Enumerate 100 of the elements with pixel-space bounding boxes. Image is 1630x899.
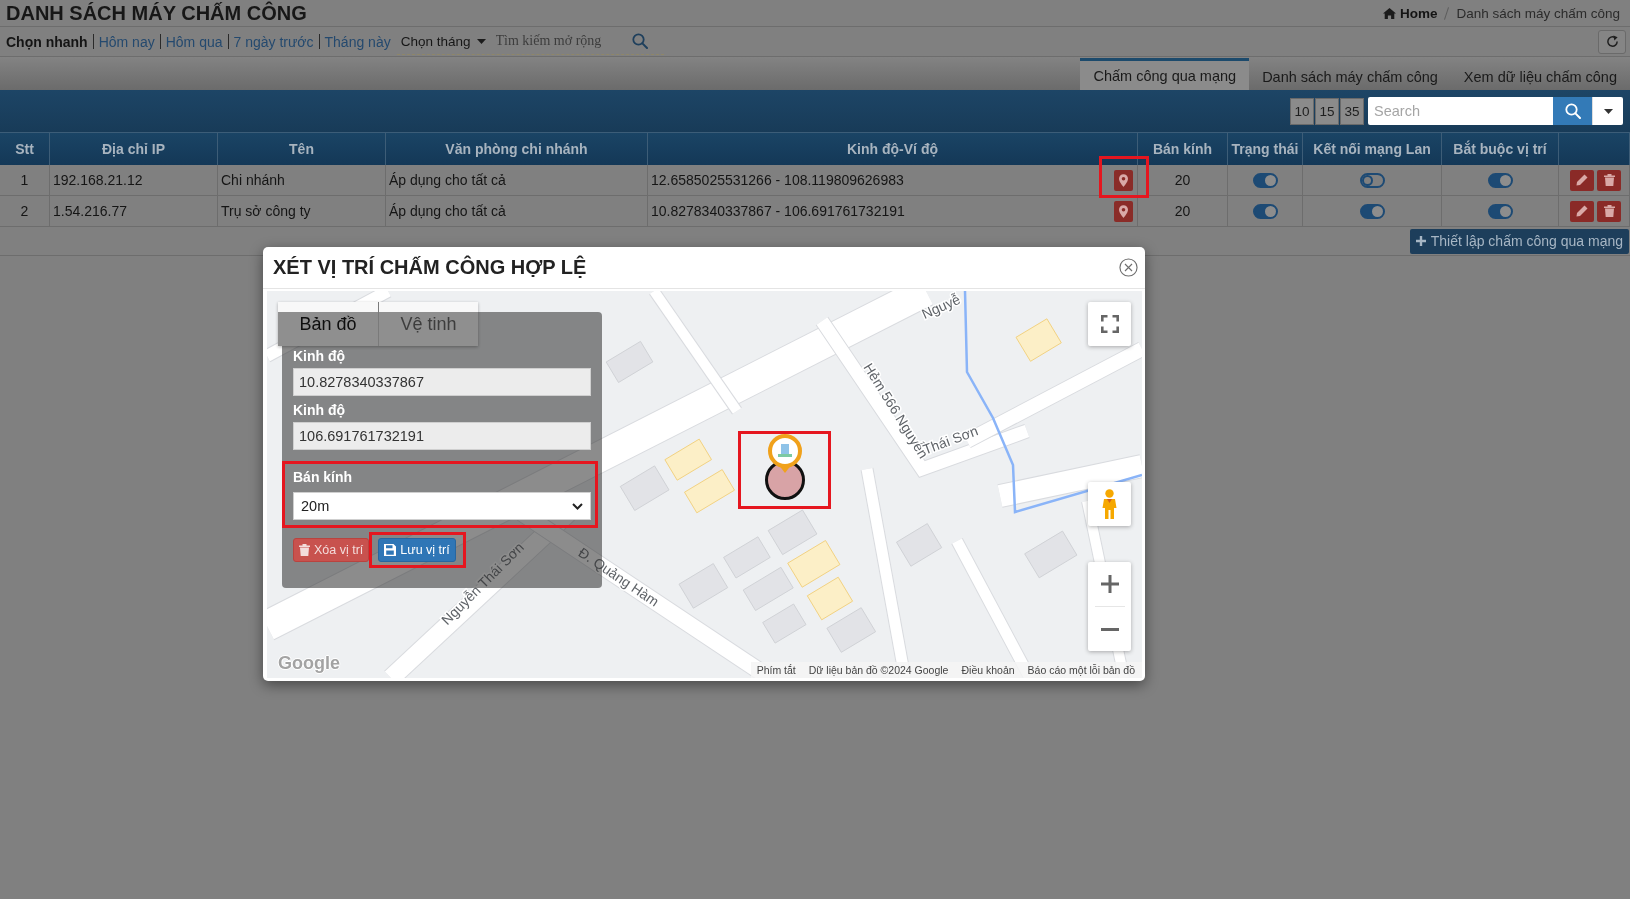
table-cell: Áp dụng cho tất cả (386, 165, 648, 195)
close-button[interactable] (1119, 258, 1138, 277)
dropdown-button[interactable] (1592, 97, 1623, 125)
map-footer-link[interactable]: Phím tắt (756, 664, 796, 676)
home-icon (1382, 7, 1396, 19)
search-icon (631, 33, 648, 49)
delete-button[interactable]: Xóa vị trí (293, 538, 370, 562)
plus-icon (1100, 575, 1119, 593)
table-cell: 20 (1138, 165, 1228, 195)
building (762, 603, 807, 644)
edit-button[interactable] (1570, 169, 1594, 191)
map-pin-icon (1119, 173, 1128, 187)
month-dropdown[interactable]: Chọn tháng (396, 33, 492, 49)
location-button[interactable] (1114, 169, 1133, 191)
input-field[interactable]: 106.691761732191 (293, 422, 591, 450)
column-header: Địa chỉ IP (50, 133, 218, 165)
chevron-icon (572, 502, 583, 510)
building (806, 576, 854, 621)
search-input[interactable]: Search (1368, 97, 1553, 125)
delete-button[interactable] (1597, 169, 1621, 191)
building (767, 509, 818, 556)
caret-icon (1603, 108, 1613, 114)
breadcrumb-link[interactable]: Home (1382, 5, 1438, 21)
pencil-icon (1576, 174, 1588, 186)
toggle-switch[interactable] (1359, 203, 1385, 219)
map-footer-link[interactable]: Báo cáo một lỗi bản đồ (1027, 664, 1135, 676)
page-size-button[interactable]: 35 (1340, 97, 1364, 125)
map-type-tab[interactable]: Bản đồ (278, 302, 378, 346)
field-label: Bán kính (293, 469, 354, 485)
table-cell: Chi nhánh (218, 165, 386, 195)
column-header: Văn phòng chi nhánh (386, 133, 648, 165)
close-icon (1119, 258, 1138, 277)
coordinates-text: 12.6585025531266 - 108.119809626983 (651, 172, 904, 188)
column-header: Trạng thái (1228, 133, 1303, 165)
table-cell: 192.168.21.12 (50, 165, 218, 195)
building (619, 465, 670, 511)
pencil-icon (1576, 205, 1588, 217)
tab[interactable]: Chấm công qua mạng (1080, 58, 1250, 90)
building (664, 438, 712, 481)
plus-icon (1415, 236, 1426, 246)
building (896, 523, 943, 567)
map-pin-icon (1119, 204, 1128, 218)
toggle-switch[interactable] (1252, 172, 1278, 188)
input-field[interactable]: 10.8278340337867 (293, 368, 591, 396)
building (678, 563, 729, 609)
table-cell: 2 (0, 196, 50, 226)
building (1015, 318, 1062, 362)
toggle-switch[interactable] (1487, 203, 1513, 219)
fullscreen-button[interactable] (1088, 302, 1131, 346)
minus-icon (1100, 627, 1119, 631)
location-button[interactable] (1114, 200, 1133, 222)
page-size-button[interactable]: 10 (1290, 97, 1314, 125)
column-header: Bán kính (1138, 133, 1228, 165)
field-label: Kinh độ (293, 402, 347, 418)
coordinates-text: 10.8278340337867 - 106.691761732191 (651, 203, 905, 219)
toggle-switch[interactable] (1359, 172, 1385, 188)
trash-icon (1603, 174, 1615, 186)
quick-filter-label: Chọn nhanh (6, 33, 88, 50)
caret-icon (476, 38, 486, 44)
trash-icon (1603, 205, 1615, 217)
tab[interactable]: Danh sách máy chấm công (1249, 60, 1451, 90)
person-icon (1101, 489, 1118, 519)
fullscreen-icon (1100, 315, 1119, 333)
location-marker-icon (764, 433, 806, 501)
toggle-switch[interactable] (1487, 172, 1513, 188)
map-footer-link[interactable]: Điều khoản (961, 664, 1015, 676)
field-label: Kinh độ (293, 348, 347, 364)
refresh-button[interactable] (1598, 29, 1626, 54)
radius-select[interactable]: 20m (293, 492, 591, 520)
building (684, 469, 735, 514)
building (742, 566, 794, 611)
column-header: Kết nối mạng Lan (1303, 133, 1442, 165)
save-button[interactable]: Lưu vị trí (378, 538, 456, 562)
table-cell: 1 (0, 165, 50, 195)
edit-button[interactable] (1570, 200, 1594, 222)
table-cell: 20 (1138, 196, 1228, 226)
map-logo: Google (278, 653, 340, 674)
building (787, 540, 841, 588)
table-cell: Trụ sở công ty (218, 196, 386, 226)
search-field[interactable]: Tìm kiếm mở rộng (491, 29, 664, 53)
building (605, 340, 654, 383)
building (723, 536, 771, 579)
column-header: Tên (218, 133, 386, 165)
delete-button[interactable] (1597, 200, 1621, 222)
table-cell: Áp dụng cho tất cả (386, 196, 648, 226)
map-footer-link[interactable]: Dữ liệu bản đồ ©2024 Google (808, 664, 949, 676)
refresh-icon (1605, 35, 1619, 48)
map-type-tab[interactable]: Vệ tinh (378, 302, 478, 346)
add-button[interactable]: Thiết lập chấm công qua mạng (1409, 228, 1629, 254)
page-title: DANH SÁCH MÁY CHẤM CÔNG (6, 1, 307, 25)
toggle-switch[interactable] (1252, 203, 1278, 219)
page-size-button[interactable]: 15 (1315, 97, 1339, 125)
trash-icon (299, 544, 310, 556)
breadcrumb-current: Danh sách máy chấm công (1456, 5, 1620, 21)
column-header: Stt (0, 133, 50, 165)
tab[interactable]: Xem dữ liệu chấm công (1450, 60, 1630, 90)
search-icon (1564, 103, 1581, 119)
column-header: Bắt buộc vị trí (1442, 133, 1559, 165)
building (1024, 530, 1078, 579)
search-button[interactable] (1553, 97, 1592, 125)
